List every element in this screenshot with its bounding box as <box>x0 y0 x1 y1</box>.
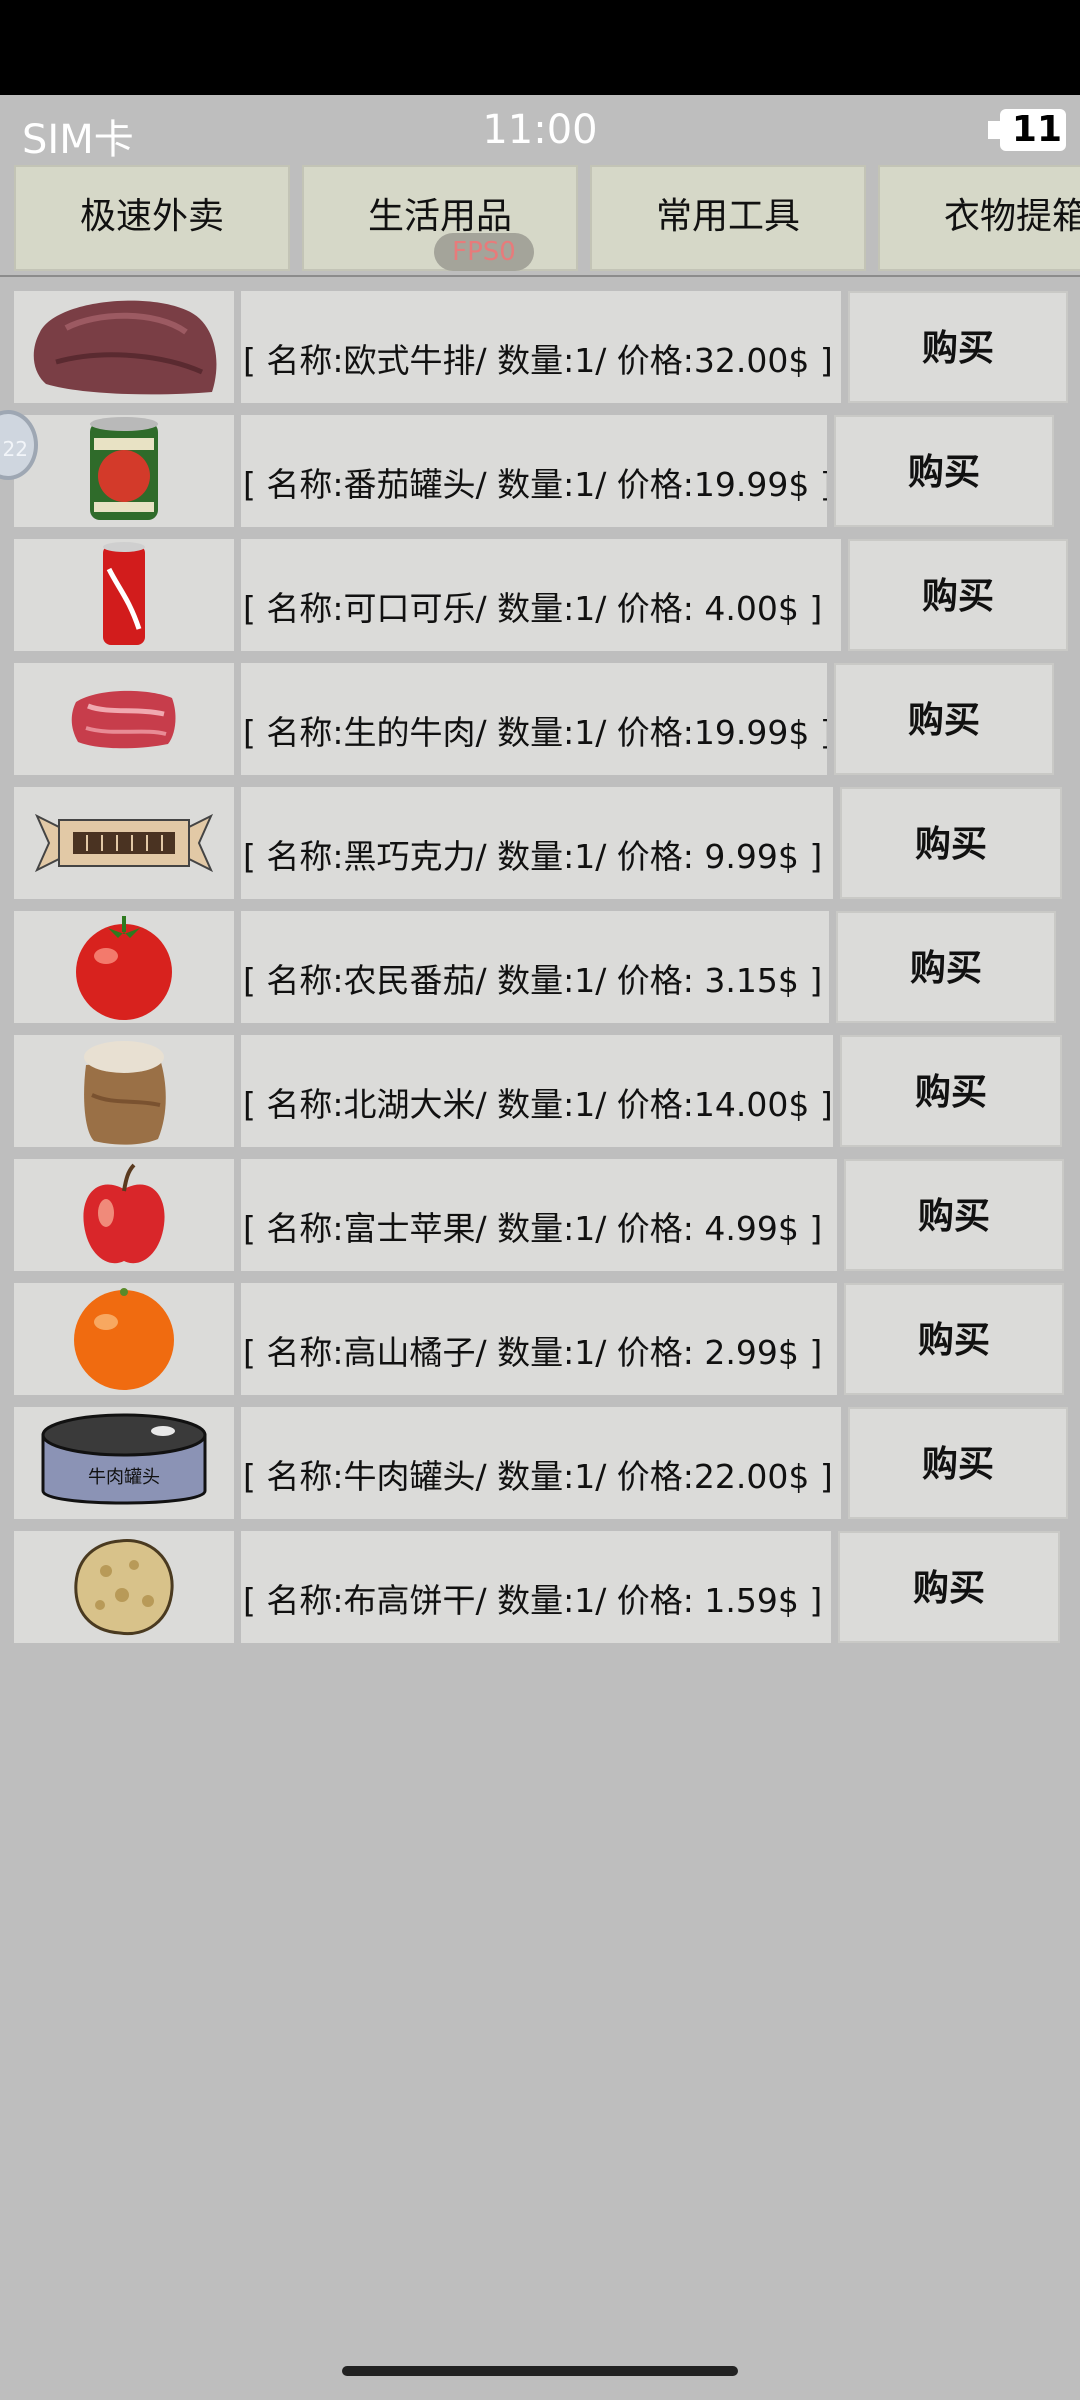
cola-can-icon <box>14 539 234 651</box>
product-row: [ 名称:欧式牛排/ 数量:1/ 价格:32.00$ ] 购买 <box>0 291 1080 403</box>
product-row: [ 名称:番茄罐头/ 数量:1/ 价格:19.99$ ] 购买 <box>0 415 1080 527</box>
product-row: [ 名称:生的牛肉/ 数量:1/ 价格:19.99$ ] 购买 <box>0 663 1080 775</box>
product-row: [ 名称:北湖大米/ 数量:1/ 价格:14.00$ ] 购买 <box>0 1035 1080 1147</box>
status-bar: SIM卡 11:00 11 <box>0 95 1080 165</box>
buy-button[interactable]: 购买 <box>844 1283 1064 1395</box>
product-info: [ 名称:农民番茄/ 数量:1/ 价格: 3.15$ ] <box>241 911 829 1023</box>
clock: 11:00 <box>482 107 598 153</box>
product-row: [ 名称:高山橘子/ 数量:1/ 价格: 2.99$ ] 购买 <box>0 1283 1080 1395</box>
svg-text:牛肉罐头: 牛肉罐头 <box>88 1467 160 1488</box>
rice-sack-icon <box>14 1035 234 1147</box>
tab-fast-delivery[interactable]: 极速外卖 <box>14 165 290 271</box>
product-row: [ 名称:可口可乐/ 数量:1/ 价格: 4.00$ ] 购买 <box>0 539 1080 651</box>
steak-icon <box>14 291 234 403</box>
fps-badge: FPS0 <box>434 233 534 271</box>
chocolate-bar-icon <box>14 787 234 899</box>
orange-icon <box>14 1283 234 1395</box>
product-info: [ 名称:可口可乐/ 数量:1/ 价格: 4.00$ ] <box>241 539 841 651</box>
battery-icon: 11 <box>988 109 1066 151</box>
buy-button[interactable]: 购买 <box>848 1407 1068 1519</box>
product-row: [ 名称:黑巧克力/ 数量:1/ 价格: 9.99$ ] 购买 <box>0 787 1080 899</box>
product-info: [ 名称:富士苹果/ 数量:1/ 价格: 4.99$ ] <box>241 1159 837 1271</box>
product-info: [ 名称:黑巧克力/ 数量:1/ 价格: 9.99$ ] <box>241 787 833 899</box>
apple-icon <box>14 1159 234 1271</box>
product-row: 牛肉罐头 [ 名称:牛肉罐头/ 数量:1/ 价格:22.00$ ] 购买 <box>0 1407 1080 1519</box>
buy-button[interactable]: 购买 <box>838 1531 1060 1643</box>
product-info: [ 名称:高山橘子/ 数量:1/ 价格: 2.99$ ] <box>241 1283 837 1395</box>
biscuit-icon <box>14 1531 234 1643</box>
tab-common-tools[interactable]: 常用工具 <box>590 165 866 271</box>
buy-button[interactable]: 购买 <box>840 787 1062 899</box>
product-info: [ 名称:欧式牛排/ 数量:1/ 价格:32.00$ ] <box>241 291 841 403</box>
tab-clothing-box[interactable]: 衣物提箱 <box>878 165 1080 271</box>
product-info: [ 名称:生的牛肉/ 数量:1/ 价格:19.99$ ] <box>241 663 827 775</box>
buy-button[interactable]: 购买 <box>848 539 1068 651</box>
buy-button[interactable]: 购买 <box>844 1159 1064 1271</box>
tomato-icon <box>14 911 234 1023</box>
buy-button[interactable]: 购买 <box>840 1035 1062 1147</box>
buy-button[interactable]: 购买 <box>836 911 1056 1023</box>
product-info: [ 名称:番茄罐头/ 数量:1/ 价格:19.99$ ] <box>241 415 827 527</box>
home-indicator[interactable] <box>342 2366 738 2376</box>
tomato-can-icon <box>14 415 234 527</box>
product-row: [ 名称:布高饼干/ 数量:1/ 价格: 1.59$ ] 购买 <box>0 1531 1080 1643</box>
buy-button[interactable]: 购买 <box>834 415 1054 527</box>
product-info: [ 名称:北湖大米/ 数量:1/ 价格:14.00$ ] <box>241 1035 833 1147</box>
buy-button[interactable]: 购买 <box>848 291 1068 403</box>
category-tabs: 极速外卖 生活用品 常用工具 衣物提箱 <box>0 163 1080 277</box>
product-row: [ 名称:农民番茄/ 数量:1/ 价格: 3.15$ ] 购买 <box>0 911 1080 1023</box>
buy-button[interactable]: 购买 <box>834 663 1054 775</box>
product-row: [ 名称:富士苹果/ 数量:1/ 价格: 4.99$ ] 购买 <box>0 1159 1080 1271</box>
product-info: [ 名称:布高饼干/ 数量:1/ 价格: 1.59$ ] <box>241 1531 831 1643</box>
top-black-bar <box>0 0 1080 95</box>
beef-can-icon: 牛肉罐头 <box>14 1407 234 1519</box>
product-info: [ 名称:牛肉罐头/ 数量:1/ 价格:22.00$ ] <box>241 1407 841 1519</box>
raw-beef-icon <box>14 663 234 775</box>
